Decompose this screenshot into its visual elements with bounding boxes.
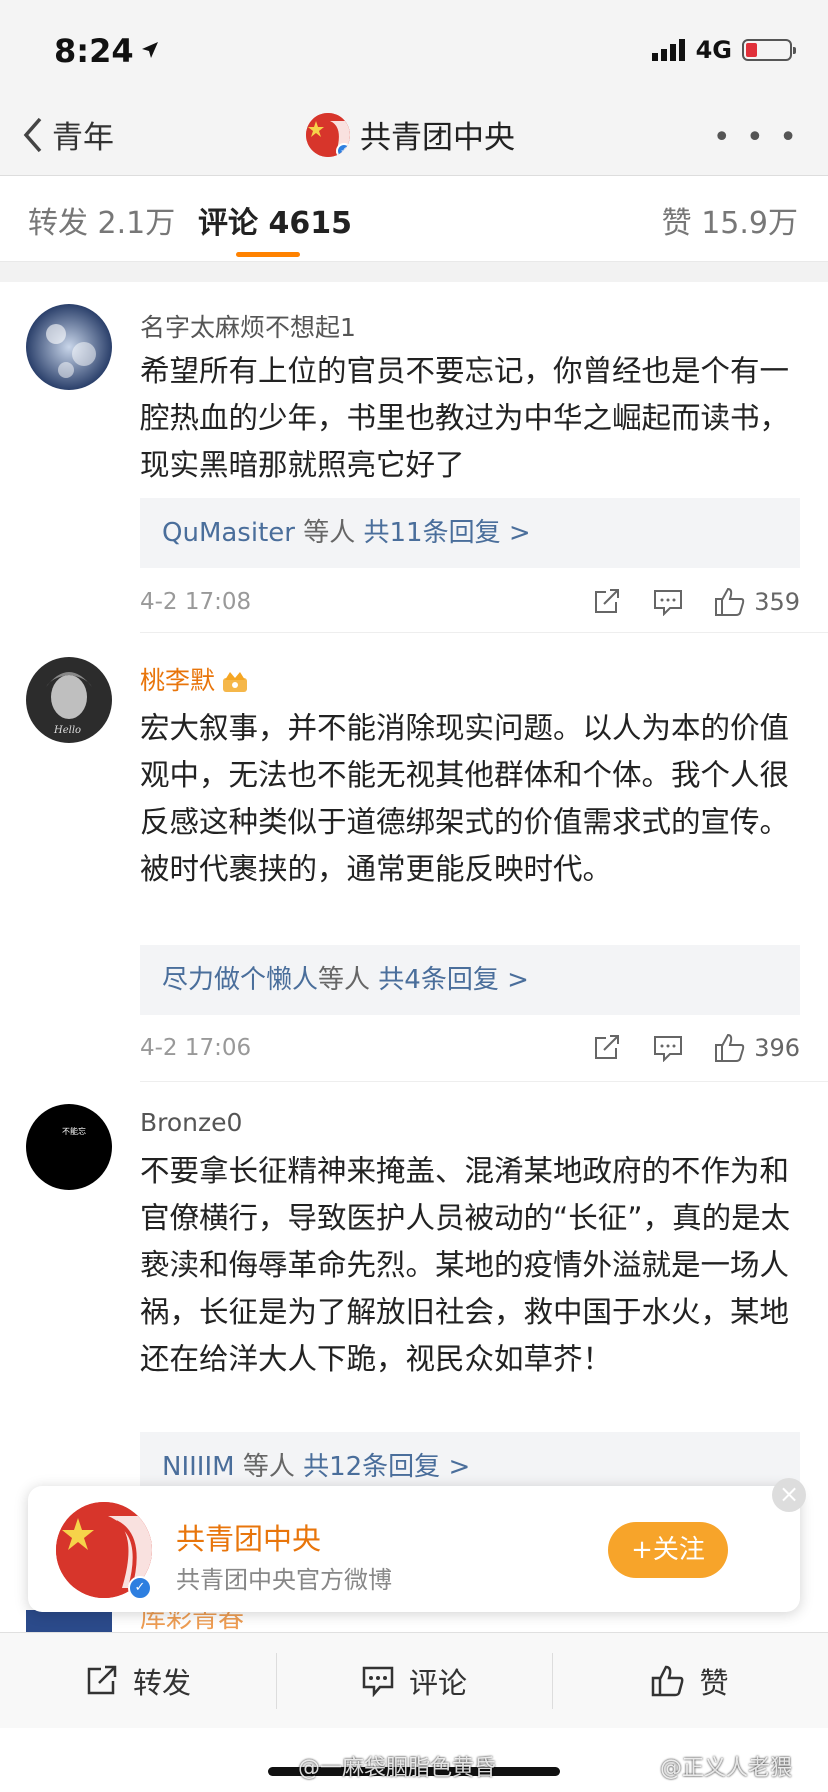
comment-button[interactable]: 评论 [276,1633,552,1728]
replies-preview[interactable]: 尽力做个懒人等人 共4条回复 > [140,945,800,1015]
follow-button[interactable]: +关注 [608,1522,728,1578]
watermark-right: @正义人老猥 [660,1756,793,1781]
battery-icon [742,39,796,61]
comment-icon[interactable] [652,1034,684,1062]
network-type: 4G [695,36,732,64]
tab-active-indicator [236,252,300,257]
comment-footer: 4-2 17:08 359 [140,582,800,622]
comment-icon[interactable] [652,588,684,616]
thumbs-up-icon [715,1033,745,1062]
comment-date: 4-2 17:08 [140,589,252,615]
popup-subtitle: 共青团中央官方微博 [176,1566,392,1594]
reply-count[interactable]: 共4条回复 > [378,965,529,995]
repost-button[interactable]: 转发 [0,1633,276,1728]
avatar[interactable] [26,304,112,390]
avatar[interactable]: Hello [26,657,112,743]
nav-title[interactable]: ✓ 共青团中央 [306,112,515,157]
comment-footer: 4-2 17:06 396 [140,1028,800,1068]
repost-label: 转发 [132,1665,191,1700]
comment-text: 宏大叙事，并不能消除现实问题。以人为本的价值观中，无法也不能无视其他群体和个体。… [140,711,790,886]
comment-text: 希望所有上位的官员不要忘记，你曾经也是个有一腔热血的少年，书里也教过为中华之崛起… [140,354,790,482]
thumbs-up-icon [715,587,745,616]
status-indicators: 4G [651,36,796,64]
comment-label: 评论 [408,1665,467,1700]
reply-user[interactable]: QuMasiter [162,518,295,548]
like-count: 359 [754,588,800,616]
comment-text: 不要拿长征精神来掩盖、混淆某地政府的不作为和官僚横行，导致医护人员被动的“长征”… [140,1154,791,1376]
comment-author-text: 桃李默 [140,666,216,695]
comment-item: 名字太麻烦不想起1 希望所有上位的官员不要忘记，你曾经也是个有一腔热血的少年，书… [0,282,828,632]
like-button[interactable]: 赞 [552,1633,828,1728]
back-label: 青年 [52,120,114,156]
reply-user[interactable]: NIIIIM [162,1452,235,1482]
nav-bar: 青年 ✓ 共青团中央 • • • [0,100,828,176]
tab-like[interactable]: 赞 15.9万 [662,198,798,242]
follow-popup: ✓ 共青团中央 共青团中央官方微博 +关注 × [28,1478,806,1612]
section-gap [0,262,828,282]
comment-item: 不能忘 Bronze0 不要拿长征精神来掩盖、混淆某地政府的不作为和官僚横行，导… [0,1082,828,1502]
share-icon[interactable] [592,588,622,616]
share-icon[interactable] [592,1034,622,1062]
close-icon[interactable]: × [772,1478,806,1512]
verified-icon: ✓ [128,1576,152,1600]
replies-preview[interactable]: QuMasiter 等人 共11条回复 > [140,498,800,568]
reply-user[interactable]: 尽力做个懒人 [162,965,318,995]
tab-bar: 转发 2.1万 评论 4615 赞 15.9万 [0,176,828,262]
nav-title-text: 共青团中央 [360,120,515,156]
reply-count[interactable]: 共12条回复 > [303,1452,470,1482]
watermark-left: @一麻袋胭脂色黄昏 [298,1756,497,1781]
chevron-left-icon [23,117,42,152]
tab-comment[interactable]: 评论 4615 [198,198,352,242]
like-button[interactable]: 359 [714,587,800,617]
reply-mid: 等人 [318,965,379,995]
tab-repost[interactable]: 转发 2.1万 [28,198,175,242]
bottom-toolbar: 转发 评论 赞 [0,1632,828,1728]
status-time: 8:24 [54,32,134,70]
svg-text:不能忘: 不能忘 [62,1126,86,1136]
reply-count[interactable]: 共11条回复 > [364,518,531,548]
signal-icon [651,39,685,61]
like-button[interactable]: 396 [714,1033,800,1063]
comment-author[interactable]: 名字太麻烦不想起1 [140,308,356,344]
account-avatar: ✓ [306,112,350,157]
vip-crown-icon [223,672,248,692]
avatar[interactable]: 不能忘 [26,1104,112,1190]
comment-item: Hello 桃李默 宏大叙事，并不能消除现实问题。以人为本的价值观中，无法也不能… [0,633,828,1081]
comment-icon [362,1666,394,1697]
more-icon[interactable]: • • • [713,120,800,155]
reply-mid: 等人 [234,1452,304,1482]
reply-mid: 等人 [294,518,364,548]
svg-text:Hello: Hello [53,725,81,736]
status-bar: 8:24 4G [0,0,828,100]
verified-icon: ✓ [336,142,350,157]
back-button[interactable]: 青年 [22,112,114,157]
like-label: 赞 [699,1665,729,1700]
comment-author[interactable]: 桃李默 [140,661,249,697]
comment-date: 4-2 17:06 [140,1035,252,1061]
location-arrow-icon [142,42,158,58]
thumbs-up-icon [652,1665,684,1696]
popup-name[interactable]: 共青团中央 [176,1516,321,1558]
comment-author[interactable]: Bronze0 [140,1108,242,1137]
next-comment-avatar[interactable] [26,1610,112,1632]
share-icon [87,1665,117,1694]
like-count: 396 [754,1034,800,1062]
